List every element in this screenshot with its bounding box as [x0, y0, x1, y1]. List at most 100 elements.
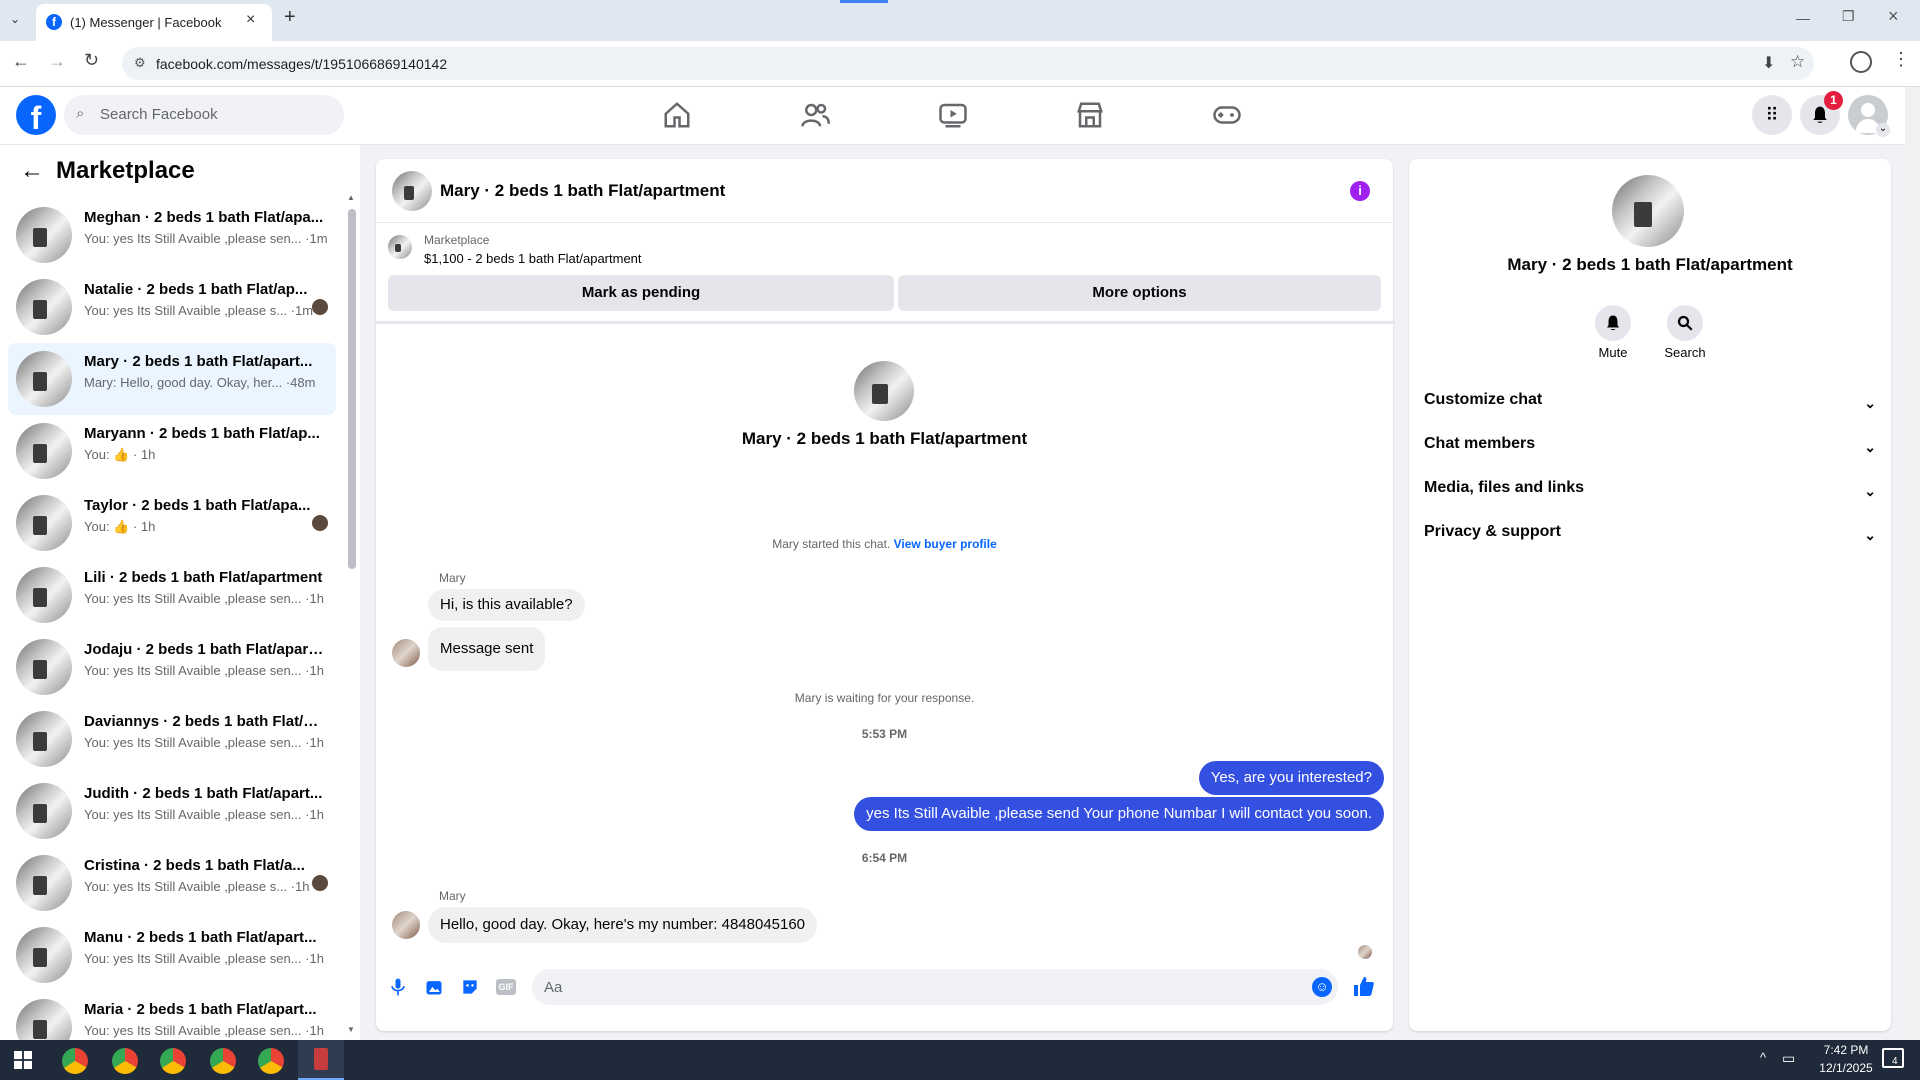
row-label: Media, files and links	[1424, 479, 1585, 496]
search-icon: ⌕	[76, 105, 85, 122]
view-buyer-profile-link[interactable]: View buyer profile	[894, 537, 997, 551]
more-options-button[interactable]: More options	[898, 275, 1381, 311]
conversation-item[interactable]: Maryann · 2 beds 1 bath Flat/ap... You: 👍…	[8, 415, 336, 487]
site-info-icon[interactable]: ⚙	[134, 55, 146, 71]
marketplace-icon[interactable]	[1075, 100, 1105, 130]
tab-list-dropdown-icon[interactable]: ⌄	[10, 12, 20, 26]
install-app-icon[interactable]: ⬇	[1762, 53, 1775, 73]
gif-icon[interactable]: GIF	[496, 979, 516, 995]
mark-as-pending-button[interactable]: Mark as pending	[388, 275, 894, 311]
search-in-chat-button[interactable]	[1667, 305, 1703, 341]
conversation-preview: You: 👍 · 1h	[84, 447, 156, 462]
clock-time[interactable]: 7:42 PM	[1806, 1043, 1886, 1057]
message-input-placeholder: Aa	[544, 979, 563, 996]
chat-avatar[interactable]	[392, 171, 432, 211]
conversation-item[interactable]: Maria · 2 beds 1 bath Flat/apart... You: …	[8, 991, 336, 1040]
sidebar-scrollbar[interactable]	[348, 209, 356, 569]
customize-chat-row[interactable]: Customize chat ⌄	[1424, 391, 1876, 427]
bell-icon	[1607, 315, 1619, 331]
conversation-name: Judith · 2 beds 1 bath Flat/apart...	[84, 785, 323, 802]
account-avatar[interactable]: ⌄	[1848, 95, 1890, 137]
emoji-icon[interactable]: ☺	[1312, 977, 1332, 997]
active-taskbar-app[interactable]	[298, 1040, 344, 1080]
back-arrow-icon[interactable]: ←	[20, 157, 44, 185]
browser-tab-active[interactable]: f (1) Messenger | Facebook ×	[36, 4, 272, 41]
conversation-item[interactable]: Lili · 2 beds 1 bath Flat/apartment You: …	[8, 559, 336, 631]
listing-thumbnail[interactable]	[388, 235, 412, 259]
thumbs-up-icon[interactable]	[1352, 975, 1376, 999]
close-window-icon[interactable]: ×	[1888, 6, 1899, 27]
mute-button[interactable]	[1595, 305, 1631, 341]
close-tab-icon[interactable]: ×	[246, 11, 255, 29]
profile-icon[interactable]	[1850, 51, 1872, 73]
media-files-links-row[interactable]: Media, files and links ⌄	[1424, 479, 1876, 515]
clock-date[interactable]: 12/1/2025	[1806, 1061, 1886, 1075]
back-icon[interactable]: ←	[12, 51, 30, 72]
windows-start-icon[interactable]	[14, 1051, 32, 1069]
details-avatar[interactable]	[1612, 175, 1684, 247]
notifications-button[interactable]: 1	[1800, 91, 1843, 135]
conversation-item[interactable]: Jodaju · 2 beds 1 bath Flat/apart... You:…	[8, 631, 336, 703]
home-icon[interactable]	[662, 100, 692, 130]
chrome-taskbar-icon[interactable]	[160, 1048, 186, 1074]
conversation-item[interactable]: Manu · 2 beds 1 bath Flat/apart... You: y…	[8, 919, 336, 991]
new-tab-icon[interactable]: +	[284, 6, 296, 29]
sender-avatar[interactable]	[392, 639, 420, 667]
conversation-item[interactable]: Mary · 2 beds 1 bath Flat/apart... Mary: …	[8, 343, 336, 415]
listing-detail[interactable]: $1,100 - 2 beds 1 bath Flat/apartment	[424, 251, 642, 266]
chrome-taskbar-icon[interactable]	[210, 1048, 236, 1074]
microphone-icon[interactable]	[388, 977, 408, 997]
page-scrollbar[interactable]	[1905, 87, 1920, 1040]
message-bubble[interactable]: Hi, is this available?	[428, 589, 585, 621]
bookmark-star-icon[interactable]: ☆	[1790, 52, 1805, 72]
conversation-preview: You: yes Its Still Avaible ,please s... …	[84, 303, 314, 318]
reload-icon[interactable]: ↻	[84, 50, 99, 71]
sticker-icon[interactable]	[460, 977, 480, 997]
network-icon[interactable]: ▭	[1782, 1050, 1795, 1067]
chat-started-notice: Mary started this chat. View buyer profi…	[376, 537, 1393, 551]
gaming-icon[interactable]	[1212, 100, 1242, 130]
message-input[interactable]: Aa ☺	[532, 969, 1338, 1005]
profile-avatar[interactable]	[854, 361, 914, 421]
browser-toolbar: ← → ↻ ⚙ facebook.com/messages/t/19510668…	[0, 41, 1920, 87]
sender-avatar[interactable]	[392, 911, 420, 939]
privacy-support-row[interactable]: Privacy & support ⌄	[1424, 523, 1876, 559]
address-bar[interactable]: ⚙ facebook.com/messages/t/19510668691401…	[122, 47, 1814, 80]
conversation-item[interactable]: Natalie · 2 beds 1 bath Flat/ap... You: y…	[8, 271, 336, 343]
search-facebook-input[interactable]: ⌕ Search Facebook	[64, 95, 344, 135]
chat-members-row[interactable]: Chat members ⌄	[1424, 435, 1876, 471]
minimize-icon[interactable]: —	[1796, 10, 1810, 26]
conversation-item[interactable]: Cristina · 2 beds 1 bath Flat/a... You: y…	[8, 847, 336, 919]
scroll-down-icon[interactable]: ▼	[347, 1025, 355, 1034]
conversation-item[interactable]: Taylor · 2 beds 1 bath Flat/apa... You: 👍…	[8, 487, 336, 559]
video-icon[interactable]	[938, 100, 968, 130]
conversation-preview: You: yes Its Still Avaible ,please sen..…	[84, 1023, 324, 1038]
conversation-name: Cristina · 2 beds 1 bath Flat/a...	[84, 857, 305, 874]
chat-header-title[interactable]: Mary · 2 beds 1 bath Flat/apartment	[440, 181, 725, 201]
scroll-up-icon[interactable]: ▲	[347, 193, 355, 202]
row-label: Privacy & support	[1424, 523, 1561, 540]
tray-chevron-icon[interactable]: ^	[1760, 1050, 1766, 1065]
conversation-name: Meghan · 2 beds 1 bath Flat/apa...	[84, 209, 324, 226]
message-bubble[interactable]: Hello, good day. Okay, here's my number:…	[428, 907, 818, 943]
chrome-taskbar-icon[interactable]	[62, 1048, 88, 1074]
friends-icon[interactable]	[800, 100, 830, 130]
my-message-bubble[interactable]: yes Its Still Avaible ,please send Your …	[854, 797, 1384, 831]
browser-menu-icon[interactable]: ⋮	[1892, 49, 1910, 70]
message-bubble[interactable]: Message sent	[428, 627, 546, 671]
chrome-taskbar-icon[interactable]	[258, 1048, 284, 1074]
my-message-bubble[interactable]: Yes, are you interested?	[1198, 761, 1384, 795]
photo-icon[interactable]	[424, 977, 444, 997]
conversation-item[interactable]: Judith · 2 beds 1 bath Flat/apart... You:…	[8, 775, 336, 847]
action-center-icon[interactable]: 4	[1882, 1048, 1904, 1068]
restore-icon[interactable]: ❐	[1842, 8, 1855, 25]
chrome-taskbar-icon[interactable]	[112, 1048, 138, 1074]
read-receipt-avatar	[1358, 945, 1372, 959]
conversation-item[interactable]: Daviannys · 2 beds 1 bath Flat/a... You: …	[8, 703, 336, 775]
conversation-item[interactable]: Meghan · 2 beds 1 bath Flat/apa... You: y…	[8, 199, 336, 271]
menu-grid-icon[interactable]: ⠿	[1752, 95, 1792, 135]
forward-icon[interactable]: →	[48, 51, 66, 72]
seen-avatar	[312, 515, 328, 531]
facebook-logo-icon[interactable]: f	[16, 95, 56, 136]
info-icon[interactable]: i	[1350, 181, 1370, 201]
